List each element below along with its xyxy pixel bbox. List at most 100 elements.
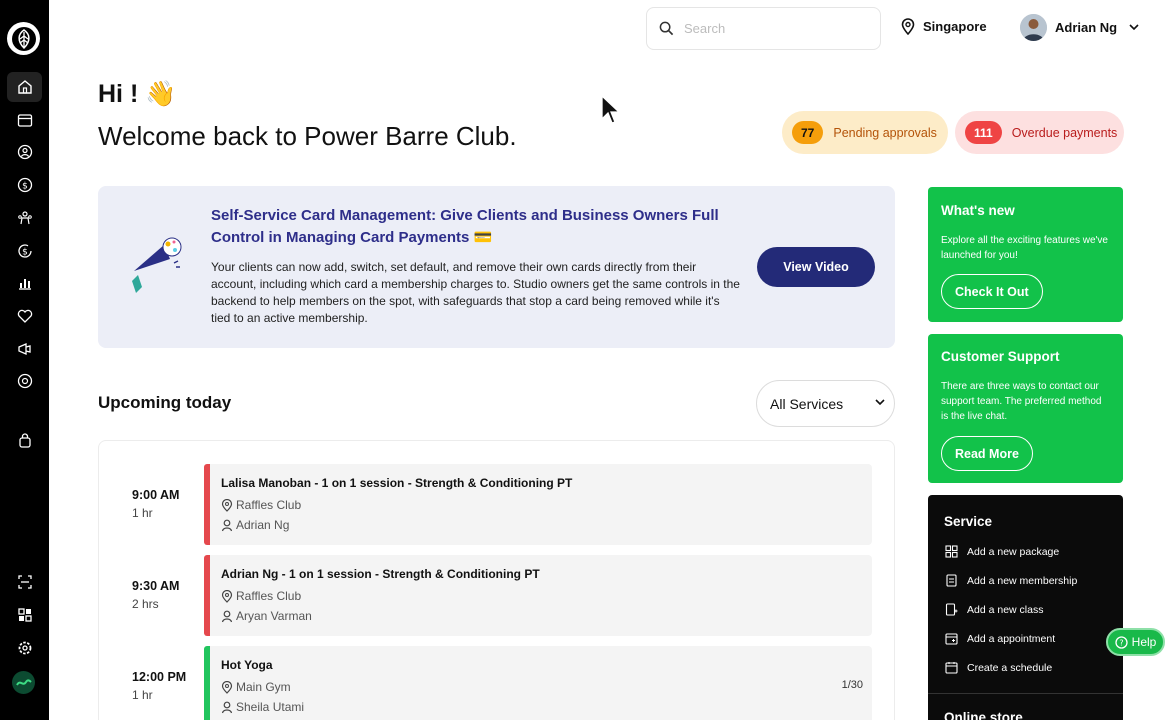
refresh-dollar-icon: $ — [17, 244, 32, 258]
support-desc: There are three ways to contact our supp… — [941, 381, 1102, 422]
user-icon — [221, 701, 233, 713]
support-title: Customer Support — [941, 349, 1060, 364]
user-icon — [221, 519, 233, 531]
dollar-circle-icon: $ — [17, 177, 32, 193]
nav-reports[interactable] — [7, 268, 42, 298]
settings-circle-icon — [17, 373, 32, 389]
location-selector[interactable]: Singapore — [901, 18, 987, 35]
user-icon — [221, 610, 233, 622]
user-name: Adrian Ng — [1055, 20, 1118, 35]
announcement-body: Your clients can now add, switch, set de… — [211, 260, 740, 325]
nav-home[interactable] — [7, 72, 42, 102]
service-add-appointment[interactable]: Add a appointment — [945, 632, 1055, 645]
search-input[interactable] — [684, 21, 854, 36]
service-create-schedule[interactable]: Create a schedule — [945, 661, 1052, 674]
gear-icon — [18, 641, 31, 655]
nav-calendar[interactable] — [7, 105, 42, 135]
event-staff: Sheila Utami — [221, 700, 304, 714]
nav-settings[interactable] — [7, 633, 42, 663]
nav-integrations[interactable] — [7, 366, 42, 396]
appointment-icon — [945, 633, 958, 645]
service-add-class[interactable]: Add a new class — [945, 603, 1043, 616]
event-title: Lalisa Manoban - 1 on 1 session - Streng… — [221, 476, 573, 490]
event-location: Main Gym — [221, 680, 291, 694]
overdue-label: Overdue payments — [1011, 125, 1118, 140]
services-filter-select[interactable]: All Services — [756, 380, 895, 427]
bag-icon — [18, 433, 31, 448]
overdue-count: 111 — [965, 121, 1002, 144]
brand-logo[interactable] — [7, 22, 40, 55]
service-item-label: Add a new class — [967, 603, 1044, 616]
home-icon — [17, 80, 32, 94]
announcement-title: Self-Service Card Management: Give Clien… — [211, 207, 719, 246]
megaphone-illustration-icon — [132, 237, 182, 293]
event-time: 9:00 AM — [132, 488, 180, 502]
user-photo-icon — [1020, 14, 1047, 41]
bar-chart-icon — [18, 279, 31, 290]
pending-approvals-badge[interactable]: 77 Pending approvals — [782, 111, 948, 154]
nav-sales[interactable]: $ — [7, 170, 42, 200]
chevron-down-icon — [1129, 24, 1139, 31]
event-staff-label: Adrian Ng — [236, 518, 290, 532]
map-pin-icon — [221, 498, 233, 512]
event-staff-label: Sheila Utami — [236, 700, 305, 714]
event-card[interactable]: Hot Yoga Main Gym Sheila Utami 1/30 — [204, 646, 872, 720]
map-pin-icon — [901, 18, 915, 35]
help-label: Help — [1131, 635, 1157, 649]
event-title: Hot Yoga — [221, 658, 273, 672]
service-item-label: Create a schedule — [967, 661, 1053, 674]
event-capacity: 1/30 — [841, 679, 863, 691]
handshake-heart-icon — [17, 309, 32, 323]
pending-label: Pending approvals — [833, 125, 937, 140]
user-menu[interactable]: Adrian Ng — [1020, 14, 1139, 41]
view-video-button[interactable]: View Video — [757, 247, 875, 287]
service-item-label: Add a new membership — [967, 574, 1078, 587]
workspace-avatar[interactable] — [12, 671, 35, 694]
nav-payments[interactable]: $ — [7, 236, 42, 266]
help-button[interactable]: ? Help — [1106, 628, 1165, 656]
membership-icon — [946, 574, 957, 587]
package-icon — [945, 545, 958, 558]
search-box[interactable] — [646, 7, 881, 50]
event-staff-label: Aryan Varman — [236, 609, 312, 623]
service-add-package[interactable]: Add a new package — [945, 545, 1059, 558]
nav-apps[interactable] — [7, 600, 42, 630]
read-more-button[interactable]: Read More — [941, 436, 1033, 471]
service-item-label: Add a appointment — [967, 632, 1056, 645]
help-icon: ? — [1115, 635, 1128, 649]
event-location-label: Main Gym — [236, 680, 291, 694]
announcement-banner: Self-Service Card Management: Give Clien… — [98, 186, 895, 348]
event-title: Adrian Ng - 1 on 1 session - Strength & … — [221, 567, 540, 581]
pending-count: 77 — [792, 121, 824, 144]
nav-staff[interactable] — [7, 203, 42, 233]
map-pin-icon — [221, 680, 233, 694]
wave-logo-icon — [15, 678, 32, 686]
schedule-event[interactable]: 12:00 PM 1 hr Hot Yoga Main Gym Sheila U… — [99, 646, 896, 720]
nav-loyalty[interactable] — [7, 301, 42, 331]
avatar — [1020, 14, 1047, 41]
schedule-icon — [945, 662, 958, 674]
nav-marketing[interactable] — [7, 334, 42, 364]
calendar-icon — [17, 114, 32, 127]
event-location: Raffles Club — [221, 498, 301, 512]
schedule-event[interactable]: 9:30 AM 2 hrs Adrian Ng - 1 on 1 session… — [99, 555, 896, 636]
scan-icon — [17, 575, 32, 589]
chevron-down-icon — [875, 399, 885, 406]
grid-icon — [17, 608, 32, 622]
whats-new-desc: Explore all the exciting features we've … — [941, 235, 1108, 261]
whats-new-card: What's new Explore all the exciting feat… — [928, 187, 1123, 322]
event-card[interactable]: Adrian Ng - 1 on 1 session - Strength & … — [204, 555, 872, 636]
whats-new-title: What's new — [941, 203, 1015, 218]
event-color-bar — [204, 464, 210, 545]
search-icon — [659, 21, 674, 36]
sidebar: $ $ — [0, 0, 49, 720]
nav-bag[interactable] — [7, 426, 42, 456]
service-add-membership[interactable]: Add a new membership — [945, 574, 1077, 587]
nav-clients[interactable] — [7, 137, 42, 167]
schedule-event[interactable]: 9:00 AM 1 hr Lalisa Manoban - 1 on 1 ses… — [99, 464, 896, 545]
overdue-payments-badge[interactable]: 111 Overdue payments — [955, 111, 1124, 154]
check-it-out-button[interactable]: Check It Out — [941, 274, 1043, 309]
event-location-label: Raffles Club — [236, 498, 302, 512]
nav-scan[interactable] — [7, 567, 42, 597]
event-card[interactable]: Lalisa Manoban - 1 on 1 session - Streng… — [204, 464, 872, 545]
